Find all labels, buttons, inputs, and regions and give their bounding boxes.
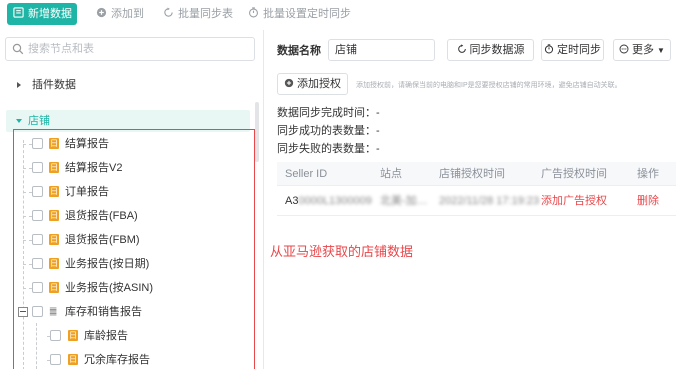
site-cell: 北美-加… — [380, 195, 428, 207]
data-name-label: 数据名称 — [277, 45, 321, 57]
annotation-text: 从亚马逊获取的店铺数据 — [270, 244, 414, 259]
search-icon — [12, 43, 24, 55]
column-header: 操作 — [637, 168, 659, 180]
table-header: Seller ID 站点 店铺授权时间 广告授权时间 操作 — [277, 162, 676, 186]
schedule-sync-label: 定时同步 — [557, 44, 601, 56]
more-button[interactable]: 更多 ▼ — [613, 39, 671, 61]
add-to-label: 添加到 — [111, 8, 144, 20]
sync-icon — [164, 7, 173, 17]
shop-auth-time-cell: 2022/11/28 17:19:23 — [439, 195, 540, 207]
sync-source-button[interactable]: 同步数据源 — [447, 39, 534, 61]
timer-icon — [249, 7, 258, 18]
batch-schedule-sync-label: 批量设置定时同步 — [263, 8, 351, 20]
column-header: 店铺授权时间 — [439, 168, 505, 180]
new-data-button[interactable]: 新增数据 — [7, 3, 77, 25]
search-box — [5, 37, 255, 61]
add-auth-label: 添加授权 — [297, 78, 341, 90]
caret-right-icon[interactable] — [17, 82, 21, 88]
more-icon — [619, 44, 629, 54]
add-ad-auth-link[interactable]: 添加广告授权 — [541, 186, 607, 216]
sync-failed-count: 同步失败的表数量：- — [277, 143, 380, 155]
batch-sync-table-button[interactable]: 批量同步表 — [163, 3, 233, 25]
search-input[interactable] — [28, 40, 248, 58]
new-data-label: 新增数据 — [28, 8, 72, 20]
schedule-sync-button[interactable]: 定时同步 — [541, 39, 604, 61]
column-header: 广告授权时间 — [541, 168, 607, 180]
refresh-icon — [457, 44, 466, 53]
toolbar: 新增数据 添加到 批量同步表 批量设置定时同步 — [0, 0, 676, 30]
sync-success-count: 同步成功的表数量：- — [277, 125, 380, 137]
main-panel: 数据名称 店铺 同步数据源 定时同步 更多 ▼ 添加授权 添加授权前，请确保当前的… — [265, 30, 676, 369]
more-label: 更多 — [632, 44, 655, 56]
auth-hint-text: 添加授权前，请确保当前的电脑和IP是您要授权店铺的常用环境，避免店铺自动关联。 — [356, 82, 622, 89]
add-circle-icon — [284, 78, 294, 88]
timer-icon — [544, 44, 554, 54]
column-header: 站点 — [380, 168, 402, 180]
table-row: A30000L1300009 北美-加… 2022/11/28 17:19:23… — [277, 186, 676, 216]
batch-schedule-sync-button[interactable]: 批量设置定时同步 — [248, 3, 351, 25]
sync-complete-time: 数据同步完成时间：- — [277, 107, 380, 119]
chevron-down-icon: ▼ — [657, 46, 665, 55]
delete-link[interactable]: 删除 — [637, 186, 659, 216]
tree-node-plugin-data[interactable]: 插件数据 — [0, 74, 258, 96]
scrollbar[interactable] — [255, 102, 259, 162]
caret-down-icon[interactable] — [16, 119, 22, 123]
batch-sync-table-label: 批量同步表 — [178, 8, 233, 20]
tree-node-label: 插件数据 — [32, 79, 76, 91]
add-data-icon — [13, 7, 24, 18]
sync-source-label: 同步数据源 — [469, 44, 525, 56]
data-name-input[interactable]: 店铺 — [328, 39, 435, 61]
add-circle-icon — [96, 7, 107, 18]
seller-id-cell: A30000L1300009 — [285, 195, 372, 207]
highlight-box — [13, 129, 255, 369]
add-auth-button[interactable]: 添加授权 — [277, 73, 348, 95]
column-header: Seller ID — [285, 168, 328, 180]
add-to-button[interactable]: 添加到 — [96, 3, 144, 25]
